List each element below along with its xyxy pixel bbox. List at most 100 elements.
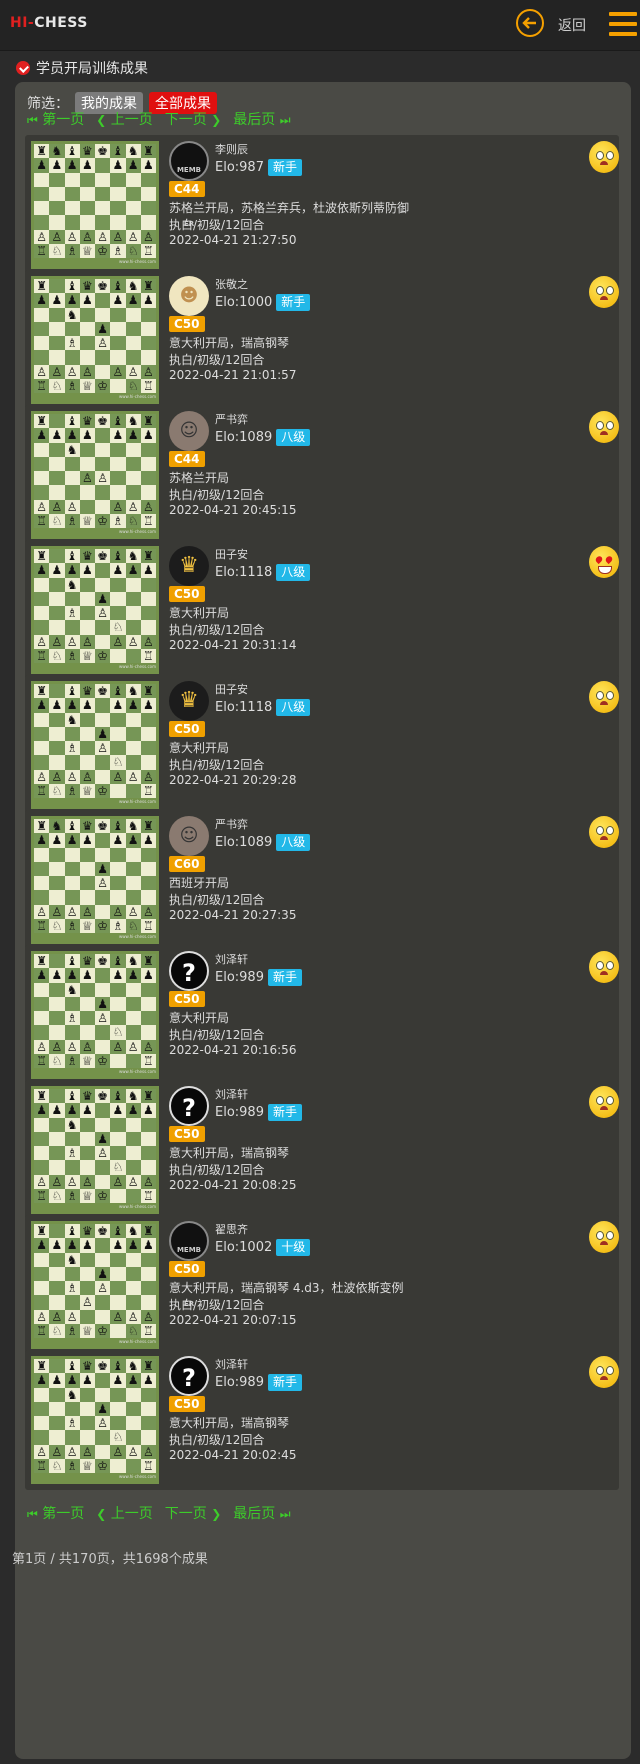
board-square — [49, 186, 65, 201]
game-mode: 执白/初级/12回合 — [169, 758, 265, 772]
back-arrow-icon[interactable] — [516, 9, 544, 37]
board-square — [34, 215, 50, 230]
board-square: ♝ — [64, 279, 80, 294]
board-square — [95, 158, 111, 173]
board-square — [140, 321, 156, 336]
avatar[interactable]: ? — [169, 951, 209, 991]
board-square — [64, 172, 80, 187]
board-square: ♗ — [64, 336, 80, 351]
board-square: ♟ — [34, 1103, 50, 1118]
avatar[interactable]: ? — [169, 1086, 209, 1126]
first-page-link[interactable]: ⏮ 第一页 — [27, 1506, 84, 1522]
board-square — [64, 350, 80, 365]
board-square — [95, 499, 111, 514]
player-name: 严书弈 — [215, 818, 248, 831]
board-square: ♟ — [110, 833, 126, 848]
chess-board-thumbnail[interactable]: ♜ ♝ ♛ ♚ ♝ ♞ ♜ ♟ ♟ ♟ ♟ ♟ ♟ ♟ ♞ ♟ ♗ ♙ ♘ ♙ ♙ ♙ ♙ ♙ ♙ ♙ ♖ ♘ ♗ ♕ ♔ ♖ www.hi-… — [31, 681, 159, 809]
back-button[interactable]: 返回 — [558, 15, 586, 35]
last-page-link[interactable]: 最后页 ⏭ — [233, 1506, 290, 1522]
board-square — [49, 414, 65, 429]
board-square — [140, 336, 156, 351]
board-square: ♙ — [140, 1174, 156, 1189]
board-square — [49, 172, 65, 187]
chess-board-thumbnail[interactable]: ♜ ♞ ♝ ♛ ♚ ♝ ♞ ♜ ♟ ♟ ♟ ♟ ♟ ♟ ♟ ♟ ♙ ♙ ♙ ♙ ♙ ♙ ♙ ♙ ♖ ♘ ♗ ♕ ♔ ♗ ♘ ♖ www.hi-… — [31, 816, 159, 944]
board-square: ♘ — [49, 1053, 65, 1068]
board-square — [110, 172, 126, 187]
avatar[interactable]: ♛ — [169, 681, 209, 721]
chess-board-thumbnail[interactable]: ♜ ♞ ♝ ♛ ♚ ♝ ♞ ♜ ♟ ♟ ♟ ♟ ♟ ♟ ♟ ♙ ♙ ♙ ♙ ♙ ♙ ♙ ♙ ♖ ♘ ♗ ♕ ♔ ♗ ♘ ♖ www.hi-c… — [31, 141, 159, 269]
result-card[interactable]: ♜ ♝ ♛ ♚ ♝ ♞ ♜ ♟ ♟ ♟ ♟ ♟ ♟ ♟ ♞ ♟ ♗ ♙ ♙ ♙ ♙ ♙ ♙ ♙ ♙ ♖ ♘ ♗ ♕ ♔ ♘ ♖ www.hi-… — [25, 270, 619, 410]
avatar[interactable]: ? — [169, 1356, 209, 1396]
board-square: ♞ — [125, 684, 141, 699]
board-square: ♟ — [140, 563, 156, 578]
result-card[interactable]: ♜ ♝ ♛ ♚ ♝ ♞ ♜ ♟ ♟ ♟ ♟ ♟ ♟ ♟ ♞ ♟ ♗ ♙ ♘ ♙ ♙ ♙ ♙ ♙ ♙ ♙ ♖ ♘ ♗ ♕ ♔ ♖ www.hi-… — [25, 540, 619, 680]
board-square: ♘ — [125, 1323, 141, 1338]
board-square: ♚ — [95, 1359, 111, 1374]
result-card[interactable]: ♜ ♞ ♝ ♛ ♚ ♝ ♞ ♜ ♟ ♟ ♟ ♟ ♟ ♟ ♟ ♟ ♙ ♙ ♙ ♙ ♙ ♙ ♙ ♙ ♖ ♘ ♗ ♕ ♔ ♗ ♘ ♖ www.hi-… — [25, 810, 619, 950]
board-square — [95, 1103, 111, 1118]
avatar[interactable]: ☻ — [169, 276, 209, 316]
board-square: ♚ — [95, 414, 111, 429]
result-card[interactable]: ♜ ♝ ♛ ♚ ♝ ♞ ♜ ♟ ♟ ♟ ♟ ♟ ♟ ♟ ♞ ♟ ♗ ♙ ♘ ♙ ♙ ♙ ♙ ♙ ♙ ♙ ♖ ♘ ♗ ♕ ♔ ♖ www.hi-… — [25, 1350, 619, 1490]
result-card[interactable]: ♜ ♝ ♛ ♚ ♝ ♞ ♜ ♟ ♟ ♟ ♟ ♟ ♟ ♟ ♞ ♟ ♗ ♙ ♙ ♙ ♙ ♙ ♙ ♙ ♙ ♖ ♘ ♗ ♕ ♔ ♘ ♖ www.hi-… — [25, 1215, 619, 1355]
chess-board-thumbnail[interactable]: ♜ ♝ ♛ ♚ ♝ ♞ ♜ ♟ ♟ ♟ ♟ ♟ ♟ ♟ ♞ ♟ ♗ ♙ ♙ ♙ ♙ ♙ ♙ ♙ ♙ ♖ ♘ ♗ ♕ ♔ ♘ ♖ www.hi-… — [31, 276, 159, 404]
board-square — [140, 1387, 156, 1402]
avatar[interactable]: ♛ — [169, 546, 209, 586]
board-square: ♙ — [125, 769, 141, 784]
board-square: ♞ — [125, 1359, 141, 1374]
board-square: ♟ — [64, 1373, 80, 1388]
logo[interactable]: HI-CHESS — [10, 15, 88, 31]
board-square: ♞ — [64, 442, 80, 457]
result-card[interactable]: ♜ ♝ ♛ ♚ ♝ ♞ ♜ ♟ ♟ ♟ ♟ ♟ ♟ ♟ ♞ ♙ ♙ ♙ ♙ ♙ ♙ ♙ ♙ ♖ ♘ ♗ ♕ ♔ ♗ ♘ ♖ www.hi-c… — [25, 405, 619, 545]
menu-icon[interactable] — [609, 12, 637, 36]
board-square — [140, 577, 156, 592]
board-square — [110, 201, 126, 216]
board-square — [49, 684, 65, 699]
board-square — [125, 741, 141, 756]
board-square — [79, 485, 95, 500]
page-title: 学员开局训练成果 — [16, 58, 148, 78]
board-square: ♝ — [64, 1359, 80, 1374]
chess-board-thumbnail[interactable]: ♜ ♝ ♛ ♚ ♝ ♞ ♜ ♟ ♟ ♟ ♟ ♟ ♟ ♟ ♞ ♟ ♗ ♙ ♘ ♙ ♙ ♙ ♙ ♙ ♙ ♙ ♖ ♘ ♗ ♕ ♔ ♖ www.hi-… — [31, 951, 159, 1079]
first-page-link[interactable]: ⏮ 第一页 — [27, 112, 84, 128]
board-square — [110, 378, 126, 393]
avatar[interactable]: MEMB ER — [169, 141, 209, 228]
board-square: ♙ — [95, 606, 111, 621]
board-square — [49, 549, 65, 564]
board-square: ♙ — [79, 904, 95, 919]
board-caption: www.hi-chess.com — [119, 1204, 156, 1209]
chess-board-thumbnail[interactable]: ♜ ♝ ♛ ♚ ♝ ♞ ♜ ♟ ♟ ♟ ♟ ♟ ♟ ♟ ♞ ♟ ♗ ♙ ♙ ♙ ♙ ♙ ♙ ♙ ♙ ♖ ♘ ♗ ♕ ♔ ♘ ♖ www.hi-… — [31, 1221, 159, 1349]
chess-board-thumbnail[interactable]: ♜ ♝ ♛ ♚ ♝ ♞ ♜ ♟ ♟ ♟ ♟ ♟ ♟ ♟ ♞ ♟ ♗ ♙ ♘ ♙ ♙ ♙ ♙ ♙ ♙ ♙ ♖ ♘ ♗ ♕ ♔ ♖ www.hi-… — [31, 546, 159, 674]
board-square — [49, 861, 65, 876]
result-card[interactable]: ♜ ♝ ♛ ♚ ♝ ♞ ♜ ♟ ♟ ♟ ♟ ♟ ♟ ♟ ♞ ♟ ♗ ♙ ♘ ♙ ♙ ♙ ♙ ♙ ♙ ♙ ♖ ♘ ♗ ♕ ♔ ♖ www.hi-… — [25, 1080, 619, 1220]
player-name: 李则辰 — [215, 143, 248, 156]
board-square — [79, 499, 95, 514]
avatar[interactable]: MEMB ER — [169, 1221, 209, 1308]
board-square: ♘ — [125, 243, 141, 258]
board-square: ♝ — [64, 819, 80, 834]
prev-page-link[interactable]: ❮ 上一页 — [96, 112, 153, 128]
next-page-link[interactable]: 下一页 ❯ — [165, 112, 222, 128]
result-card[interactable]: ♜ ♝ ♛ ♚ ♝ ♞ ♜ ♟ ♟ ♟ ♟ ♟ ♟ ♟ ♞ ♟ ♗ ♙ ♘ ♙ ♙ ♙ ♙ ♙ ♙ ♙ ♖ ♘ ♗ ♕ ♔ ♖ www.hi-… — [25, 675, 619, 815]
last-page-link[interactable]: 最后页 ⏭ — [233, 112, 290, 128]
chess-board-thumbnail[interactable]: ♜ ♝ ♛ ♚ ♝ ♞ ♜ ♟ ♟ ♟ ♟ ♟ ♟ ♟ ♞ ♟ ♗ ♙ ♘ ♙ ♙ ♙ ♙ ♙ ♙ ♙ ♖ ♘ ♗ ♕ ♔ ♖ www.hi-… — [31, 1086, 159, 1214]
board-square — [34, 1416, 50, 1431]
board-square: ♔ — [95, 513, 111, 528]
avatar[interactable]: ☺ — [169, 816, 209, 856]
result-card[interactable]: ♜ ♞ ♝ ♛ ♚ ♝ ♞ ♜ ♟ ♟ ♟ ♟ ♟ ♟ ♟ ♙ ♙ ♙ ♙ ♙ ♙ ♙ ♙ ♖ ♘ ♗ ♕ ♔ ♗ ♘ ♖ www.hi-c… — [25, 135, 619, 275]
board-square: ♙ — [125, 499, 141, 514]
next-page-link[interactable]: 下一页 ❯ — [165, 1506, 222, 1522]
result-card[interactable]: ♜ ♝ ♛ ♚ ♝ ♞ ♜ ♟ ♟ ♟ ♟ ♟ ♟ ♟ ♞ ♟ ♗ ♙ ♘ ♙ ♙ ♙ ♙ ♙ ♙ ♙ ♖ ♘ ♗ ♕ ♔ ♖ www.hi-… — [25, 945, 619, 1085]
board-square — [64, 591, 80, 606]
chess-board-thumbnail[interactable]: ♜ ♝ ♛ ♚ ♝ ♞ ♜ ♟ ♟ ♟ ♟ ♟ ♟ ♟ ♞ ♙ ♙ ♙ ♙ ♙ ♙ ♙ ♙ ♖ ♘ ♗ ♕ ♔ ♗ ♘ ♖ www.hi-c… — [31, 411, 159, 539]
avatar[interactable]: ☺ — [169, 411, 209, 451]
board-square — [64, 186, 80, 201]
board-square: ♙ — [34, 229, 50, 244]
chess-board-thumbnail[interactable]: ♜ ♝ ♛ ♚ ♝ ♞ ♜ ♟ ♟ ♟ ♟ ♟ ♟ ♟ ♞ ♟ ♗ ♙ ♘ ♙ ♙ ♙ ♙ ♙ ♙ ♙ ♖ ♘ ♗ ♕ ♔ ♖ www.hi-… — [31, 1356, 159, 1484]
board-square: ♟ — [49, 563, 65, 578]
board-square: ♕ — [79, 378, 95, 393]
board-square: ♘ — [49, 918, 65, 933]
board-square — [125, 847, 141, 862]
prev-page-link[interactable]: ❮ 上一页 — [96, 1506, 153, 1522]
opening-name: 意大利开局 — [169, 606, 230, 620]
